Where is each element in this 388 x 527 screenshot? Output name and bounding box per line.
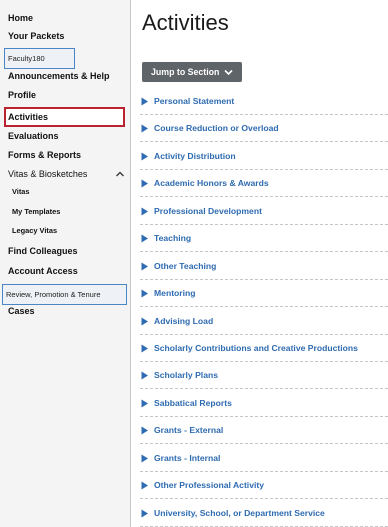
sidebar-section-review-promotion-tenure: Review, Promotion & Tenure [2,284,127,305]
chevron-up-icon[interactable] [115,169,125,179]
caret-right-icon[interactable] [141,454,149,463]
sidebar-item-your-packets[interactable]: Your Packets [8,28,64,44]
sidebar-subitem-my-templates[interactable]: My Templates [12,205,60,219]
sidebar-item-activities[interactable]: Activities [8,109,48,125]
sidebar-item-account-access[interactable]: Account Access [8,263,78,279]
section-row[interactable]: Sabbatical Reports [140,390,388,417]
chevron-down-icon [224,69,234,75]
section-label[interactable]: Scholarly Contributions and Creative Pro… [154,342,358,354]
caret-right-icon[interactable] [141,371,149,380]
caret-right-icon[interactable] [141,481,149,490]
caret-right-icon[interactable] [141,124,149,133]
section-row[interactable]: Academic Honors & Awards [140,170,388,197]
caret-right-icon[interactable] [141,207,149,216]
section-row[interactable]: Grants - Internal [140,445,388,472]
caret-right-icon[interactable] [141,344,149,353]
caret-right-icon[interactable] [141,399,149,408]
sidebar: Home Your Packets Faculty180 Announcemen… [0,0,131,527]
page-title: Activities [142,10,229,35]
caret-right-icon[interactable] [141,509,149,518]
section-row[interactable]: University, School, or Department Servic… [140,500,388,527]
sidebar-section-faculty180: Faculty180 [4,48,75,69]
section-label[interactable]: Course Reduction or Overload [154,122,279,134]
sidebar-subitem-legacy-vitas[interactable]: Legacy Vitas [12,224,57,238]
caret-right-icon[interactable] [141,97,149,106]
section-label[interactable]: Grants - Internal [154,452,220,464]
section-label[interactable]: Activity Distribution [154,150,236,162]
section-row[interactable]: Other Professional Activity [140,472,388,499]
sidebar-item-forms-reports[interactable]: Forms & Reports [8,147,81,163]
section-label[interactable]: Teaching [154,232,191,244]
section-label[interactable]: Other Professional Activity [154,479,264,491]
section-label[interactable]: Academic Honors & Awards [154,177,269,189]
sidebar-item-announcements-help[interactable]: Announcements & Help [8,68,110,84]
section-label[interactable]: Grants - External [154,424,223,436]
section-row[interactable]: Advising Load [140,308,388,335]
caret-right-icon[interactable] [141,262,149,271]
sidebar-item-vitas-biosketches[interactable]: Vitas & Biosketches [8,166,87,182]
caret-right-icon[interactable] [141,426,149,435]
section-row[interactable]: Activity Distribution [140,143,388,170]
sidebar-item-find-colleagues[interactable]: Find Colleagues [8,243,78,259]
section-row[interactable]: Professional Development [140,198,388,225]
section-label[interactable]: Sabbatical Reports [154,397,232,409]
jump-to-section-button[interactable]: Jump to Section [142,62,243,82]
section-label[interactable]: University, School, or Department Servic… [154,507,325,519]
section-label[interactable]: Personal Statement [154,95,234,107]
caret-right-icon[interactable] [141,289,149,298]
section-row[interactable]: Scholarly Contributions and Creative Pro… [140,335,388,362]
section-label[interactable]: Other Teaching [154,260,216,272]
section-label[interactable]: Scholarly Plans [154,369,218,381]
section-label[interactable]: Mentoring [154,287,196,299]
sidebar-item-profile[interactable]: Profile [8,87,36,103]
caret-right-icon[interactable] [141,179,149,188]
sidebar-item-evaluations[interactable]: Evaluations [8,128,59,144]
sidebar-subitem-vitas[interactable]: Vitas [12,185,30,199]
section-label[interactable]: Advising Load [154,315,213,327]
main-content: Activities Jump to Section Personal Stat… [132,0,388,527]
section-row[interactable]: Teaching [140,225,388,252]
jump-to-section-label: Jump to Section [151,67,220,77]
section-row[interactable]: Scholarly Plans [140,362,388,389]
section-row[interactable]: Course Reduction or Overload [140,115,388,142]
sidebar-item-cases[interactable]: Cases [8,303,35,319]
caret-right-icon[interactable] [141,152,149,161]
caret-right-icon[interactable] [141,317,149,326]
caret-right-icon[interactable] [141,234,149,243]
sidebar-item-home[interactable]: Home [8,10,33,26]
section-row[interactable]: Other Teaching [140,253,388,280]
section-row[interactable]: Personal Statement [140,88,388,115]
section-label[interactable]: Professional Development [154,205,262,217]
section-row[interactable]: Grants - External [140,417,388,444]
section-row[interactable]: Mentoring [140,280,388,307]
